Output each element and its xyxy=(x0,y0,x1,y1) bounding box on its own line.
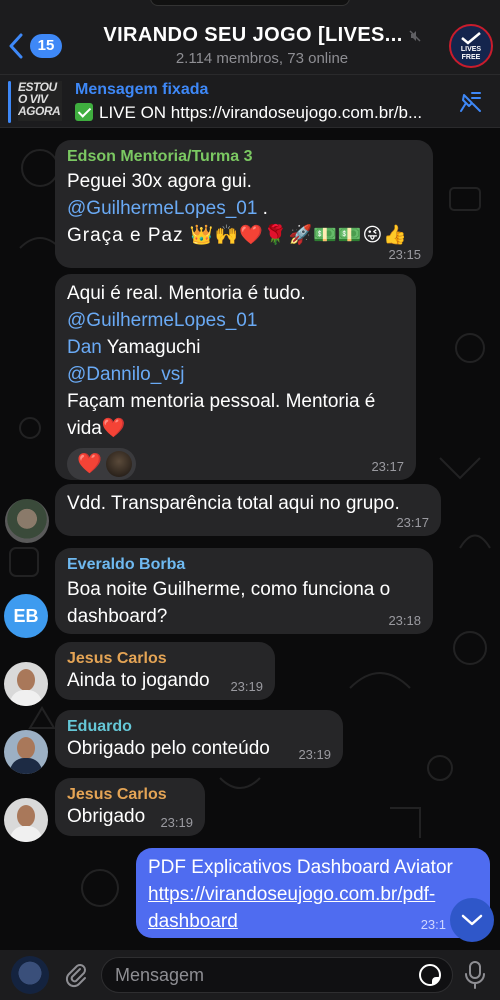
composer-bar xyxy=(0,950,500,1000)
chevron-down-icon xyxy=(461,914,483,926)
microphone-icon[interactable] xyxy=(463,960,487,990)
member-count: 2.114 membros, 73 online xyxy=(175,50,349,67)
dynamic-island xyxy=(150,0,350,8)
user-mention[interactable]: Dan xyxy=(67,337,102,358)
message-text: Aqui é real. Mentoria é tudo. xyxy=(67,283,306,304)
chat-header: 15 VIRANDO SEU JOGO [LIVES... 2.114 memb… xyxy=(0,0,500,74)
message-time: 23:15 xyxy=(388,247,421,262)
message-text: vida xyxy=(67,418,102,439)
back-button[interactable]: 15 xyxy=(8,33,62,59)
message-list[interactable]: Edson Mentoria/Turma 3 Peguei 30x agora … xyxy=(0,128,500,950)
sender-name[interactable]: Everaldo Borba xyxy=(67,554,421,576)
thumb-line: AGORA xyxy=(18,104,61,118)
pinned-text: LIVE ON https://virandoseujogo.com.br/b.… xyxy=(75,103,460,123)
user-mention[interactable]: @GuilhermeLopes_01 xyxy=(67,307,404,334)
heart-reaction-icon: ❤️ xyxy=(77,453,102,475)
message-text: Graça e Paz xyxy=(67,225,190,246)
sender-name[interactable]: Jesus Carlos xyxy=(67,648,263,670)
message-bubble[interactable]: Aqui é real. Mentoria é tudo. @Guilherme… xyxy=(55,274,416,480)
chat-title-text: VIRANDO SEU JOGO [LIVES... xyxy=(103,24,403,46)
pinned-label: Mensagem fixada xyxy=(75,81,209,98)
message-time: 23:17 xyxy=(396,515,429,530)
reactor-avatar xyxy=(105,451,132,477)
message-time: 23:17 xyxy=(371,459,404,474)
outgoing-message-bubble[interactable]: PDF Explicativos Dashboard Aviator https… xyxy=(136,848,490,938)
sender-name[interactable]: Eduardo xyxy=(67,716,331,738)
message-text: Yamaguchi xyxy=(101,337,201,358)
message-link[interactable]: dashboard xyxy=(148,908,238,935)
group-avatar-text: LIVES FREE xyxy=(460,45,482,61)
checkmark-logo-icon xyxy=(461,31,481,45)
chat-title: VIRANDO SEU JOGO [LIVES... xyxy=(103,24,421,47)
message-text: Façam mentoria pessoal. Mentoria é xyxy=(67,391,376,412)
sender-avatar[interactable] xyxy=(4,662,48,706)
message-link[interactable]: https://virandoseujogo.com.br/pdf- xyxy=(148,881,478,908)
message-bubble[interactable]: Jesus Carlos Obrigado 23:19 xyxy=(55,778,205,836)
message-bubble[interactable]: Eduardo Obrigado pelo conteúdo 23:19 xyxy=(55,710,343,768)
heart-emoji: ❤️ xyxy=(101,418,126,439)
sender-avatar[interactable] xyxy=(4,730,48,774)
paperclip-icon[interactable] xyxy=(62,961,90,989)
message-text: Obrigado pelo conteúdo xyxy=(67,738,270,759)
sender-avatar[interactable] xyxy=(5,499,49,543)
message-time: 23:18 xyxy=(388,613,421,628)
message-input[interactable] xyxy=(101,957,453,993)
sender-avatar[interactable] xyxy=(4,798,48,842)
message-time: 23:19 xyxy=(230,679,263,694)
reaction-chip[interactable]: ❤️ xyxy=(67,448,136,480)
message-time: 23:1 xyxy=(420,917,446,932)
user-mention[interactable]: @GuilhermeLopes_01 xyxy=(67,198,257,219)
message-text: dashboard? xyxy=(67,606,168,627)
unread-count-badge: 15 xyxy=(30,34,62,58)
emoji-sequence: 👑🙌❤️🌹🚀💵💵😜👍 xyxy=(189,225,408,246)
sender-name[interactable]: Jesus Carlos xyxy=(67,784,193,806)
sender-name[interactable]: Edson Mentoria/Turma 3 xyxy=(67,146,421,168)
message-bubble[interactable]: Everaldo Borba Boa noite Guilherme, como… xyxy=(55,548,433,634)
message-text: Vdd. Transparência total aqui no grupo. xyxy=(67,493,400,514)
user-mention[interactable]: @Dannilo_vsj xyxy=(67,361,404,388)
pinned-thumbnail: ESTOU O VIV AGORA xyxy=(18,81,62,121)
sender-avatar[interactable]: EB xyxy=(4,594,48,638)
chat-title-area[interactable]: VIRANDO SEU JOGO [LIVES... 2.114 membros… xyxy=(92,24,432,67)
pinned-indicator xyxy=(8,81,11,123)
message-text: Boa noite Guilherme, como funciona o xyxy=(67,579,391,600)
message-text: PDF Explicativos Dashboard Aviator xyxy=(148,857,453,878)
send-as-avatar[interactable] xyxy=(11,956,49,994)
group-avatar[interactable]: LIVES FREE xyxy=(449,24,493,68)
message-text: . xyxy=(257,198,268,219)
message-bubble[interactable]: Vdd. Transparência total aqui no grupo. … xyxy=(55,484,441,536)
check-mark-icon xyxy=(75,103,93,121)
scroll-to-bottom-button[interactable] xyxy=(450,898,494,942)
message-text: Peguei 30x agora gui. xyxy=(67,171,252,192)
message-time: 23:19 xyxy=(160,815,193,830)
pinned-list-icon[interactable] xyxy=(458,89,484,115)
pinned-message[interactable]: ESTOU O VIV AGORA Mensagem fixada LIVE O… xyxy=(0,74,500,128)
message-bubble[interactable]: Jesus Carlos Ainda to jogando 23:19 xyxy=(55,642,275,700)
muted-icon xyxy=(409,29,421,42)
sticker-icon[interactable] xyxy=(418,963,442,987)
message-time: 23:19 xyxy=(298,747,331,762)
message-bubble[interactable]: Edson Mentoria/Turma 3 Peguei 30x agora … xyxy=(55,140,433,268)
chevron-left-icon xyxy=(9,33,23,59)
pinned-text-content: LIVE ON https://virandoseujogo.com.br/b.… xyxy=(99,103,423,122)
